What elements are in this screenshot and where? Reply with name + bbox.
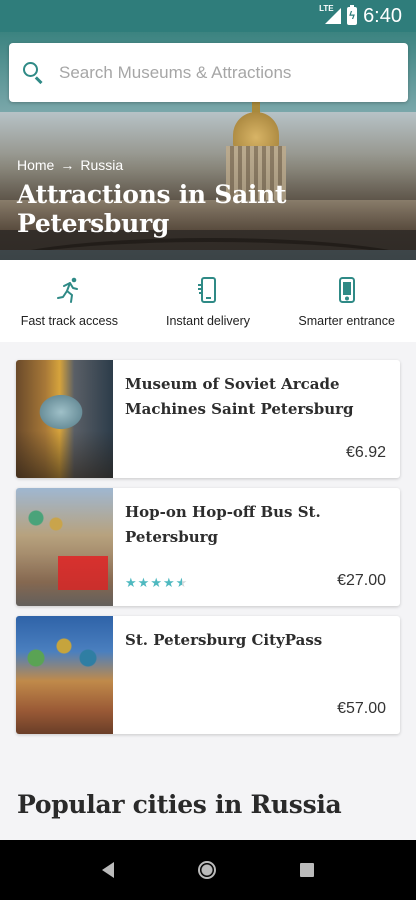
feature-fast-track: Fast track access (0, 260, 139, 342)
section-title-popular-cities: Popular cities in Russia (17, 790, 342, 819)
status-time: 6:40 (363, 4, 402, 27)
star-rating: ★ ★ ★ ★ ★ (125, 576, 187, 589)
feature-smarter-entrance: Smarter entrance (277, 260, 416, 342)
attraction-price: €6.92 (345, 444, 386, 461)
feature-label: Smarter entrance (298, 314, 395, 328)
breadcrumb-home[interactable]: Home (17, 157, 54, 173)
arrow-right-icon: → (60, 157, 75, 173)
search-icon[interactable] (23, 61, 45, 84)
smartphone-icon (338, 277, 355, 303)
home-icon[interactable] (198, 861, 216, 879)
attraction-price: €57.00 (337, 700, 386, 717)
back-icon[interactable] (102, 862, 114, 878)
feature-instant-delivery: Instant delivery (139, 260, 278, 342)
status-bar: LTE ϟ 6:40 (0, 0, 416, 32)
system-nav-bar (0, 840, 416, 900)
breadcrumb: Home → Russia (17, 157, 123, 173)
search-bar[interactable] (9, 43, 408, 102)
attraction-image (16, 616, 113, 734)
attraction-price: €27.00 (337, 572, 386, 589)
attraction-title: St. Petersburg CityPass (125, 631, 323, 649)
half-star-icon: ★ (175, 575, 188, 590)
attraction-title: Museum of Soviet Arcade Machines Saint P… (125, 375, 354, 418)
star-icon: ★ (162, 575, 175, 590)
features-row: Fast track access Instant delivery Smart… (0, 260, 416, 342)
breadcrumb-russia[interactable]: Russia (80, 157, 123, 173)
star-icon: ★ (125, 575, 137, 590)
battery-charging-icon: ϟ (347, 5, 358, 25)
attraction-title: Hop-on Hop-off Bus St. Petersburg (125, 503, 321, 546)
recent-apps-icon[interactable] (300, 863, 314, 877)
phone-delivery-icon (198, 277, 216, 303)
search-input[interactable] (59, 62, 379, 83)
page-title: Attractions in Saint Petersburg (17, 180, 287, 238)
attraction-image (16, 488, 113, 606)
attraction-card[interactable]: St. Petersburg CityPass €57.00 (16, 616, 400, 734)
star-icon: ★ (150, 575, 162, 590)
signal-lte-icon: LTE (319, 4, 342, 25)
star-icon: ★ (137, 575, 150, 590)
attraction-card[interactable]: Hop-on Hop-off Bus St. Petersburg ★ ★ ★ … (16, 488, 400, 606)
attraction-card[interactable]: Museum of Soviet Arcade Machines Saint P… (16, 360, 400, 478)
feature-label: Instant delivery (165, 314, 251, 328)
running-person-icon (57, 277, 79, 303)
attraction-image (16, 360, 113, 478)
feature-label: Fast track access (20, 314, 118, 328)
